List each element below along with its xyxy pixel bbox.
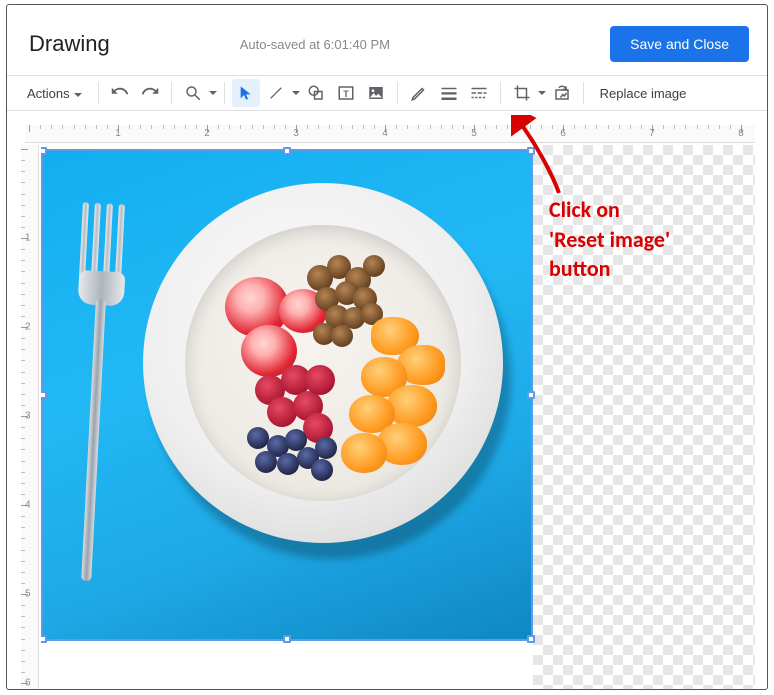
zoom-dropdown[interactable] [208, 91, 218, 96]
selection-handle-nw[interactable] [41, 147, 47, 155]
zoom-button[interactable] [179, 79, 207, 107]
selection-handle-sw[interactable] [41, 635, 47, 643]
line-tool[interactable] [262, 79, 290, 107]
bowl-graphic [143, 183, 503, 543]
separator [583, 82, 584, 104]
selection-handle-w[interactable] [41, 391, 47, 399]
selection-handle-se[interactable] [527, 635, 535, 643]
annotation-text: Click on 'Reset image' button [549, 195, 729, 284]
inserted-image[interactable] [41, 149, 533, 641]
selection-handle-e[interactable] [527, 391, 535, 399]
separator [171, 82, 172, 104]
chevron-down-icon [74, 86, 82, 101]
line-dropdown[interactable] [291, 91, 301, 96]
shape-tool[interactable] [302, 79, 330, 107]
selection-handle-ne[interactable] [527, 147, 535, 155]
textbox-tool[interactable]: T [332, 79, 360, 107]
separator [98, 82, 99, 104]
selection-handle-n[interactable] [283, 147, 291, 155]
svg-text:T: T [343, 89, 349, 99]
autosave-status: Auto-saved at 6:01:40 PM [240, 37, 390, 52]
image-tool[interactable] [362, 79, 390, 107]
separator [500, 82, 501, 104]
dialog-header: Drawing Auto-saved at 6:01:40 PM Save an… [7, 5, 767, 75]
reset-image-button[interactable] [548, 79, 576, 107]
border-dash-button[interactable] [465, 79, 493, 107]
vertical-ruler: 123456 [21, 145, 39, 689]
selection-handle-s[interactable] [283, 635, 291, 643]
border-weight-button[interactable] [435, 79, 463, 107]
drawing-dialog: Drawing Auto-saved at 6:01:40 PM Save an… [6, 4, 768, 690]
redo-button[interactable] [136, 79, 164, 107]
crop-button[interactable] [508, 79, 536, 107]
replace-image-label: Replace image [600, 86, 687, 101]
replace-image-menu[interactable]: Replace image [594, 82, 693, 105]
separator [224, 82, 225, 104]
actions-menu-label: Actions [27, 86, 70, 101]
fork-graphic [59, 202, 131, 584]
actions-menu[interactable]: Actions [21, 82, 88, 105]
crop-dropdown[interactable] [537, 91, 547, 96]
separator [397, 82, 398, 104]
toolbar: Actions [7, 75, 767, 111]
select-tool[interactable] [232, 79, 260, 107]
save-and-close-button[interactable]: Save and Close [610, 26, 749, 62]
dialog-title: Drawing [29, 31, 110, 57]
undo-button[interactable] [106, 79, 134, 107]
border-color-button[interactable] [405, 79, 433, 107]
horizontal-ruler: 12345678 [25, 125, 755, 143]
